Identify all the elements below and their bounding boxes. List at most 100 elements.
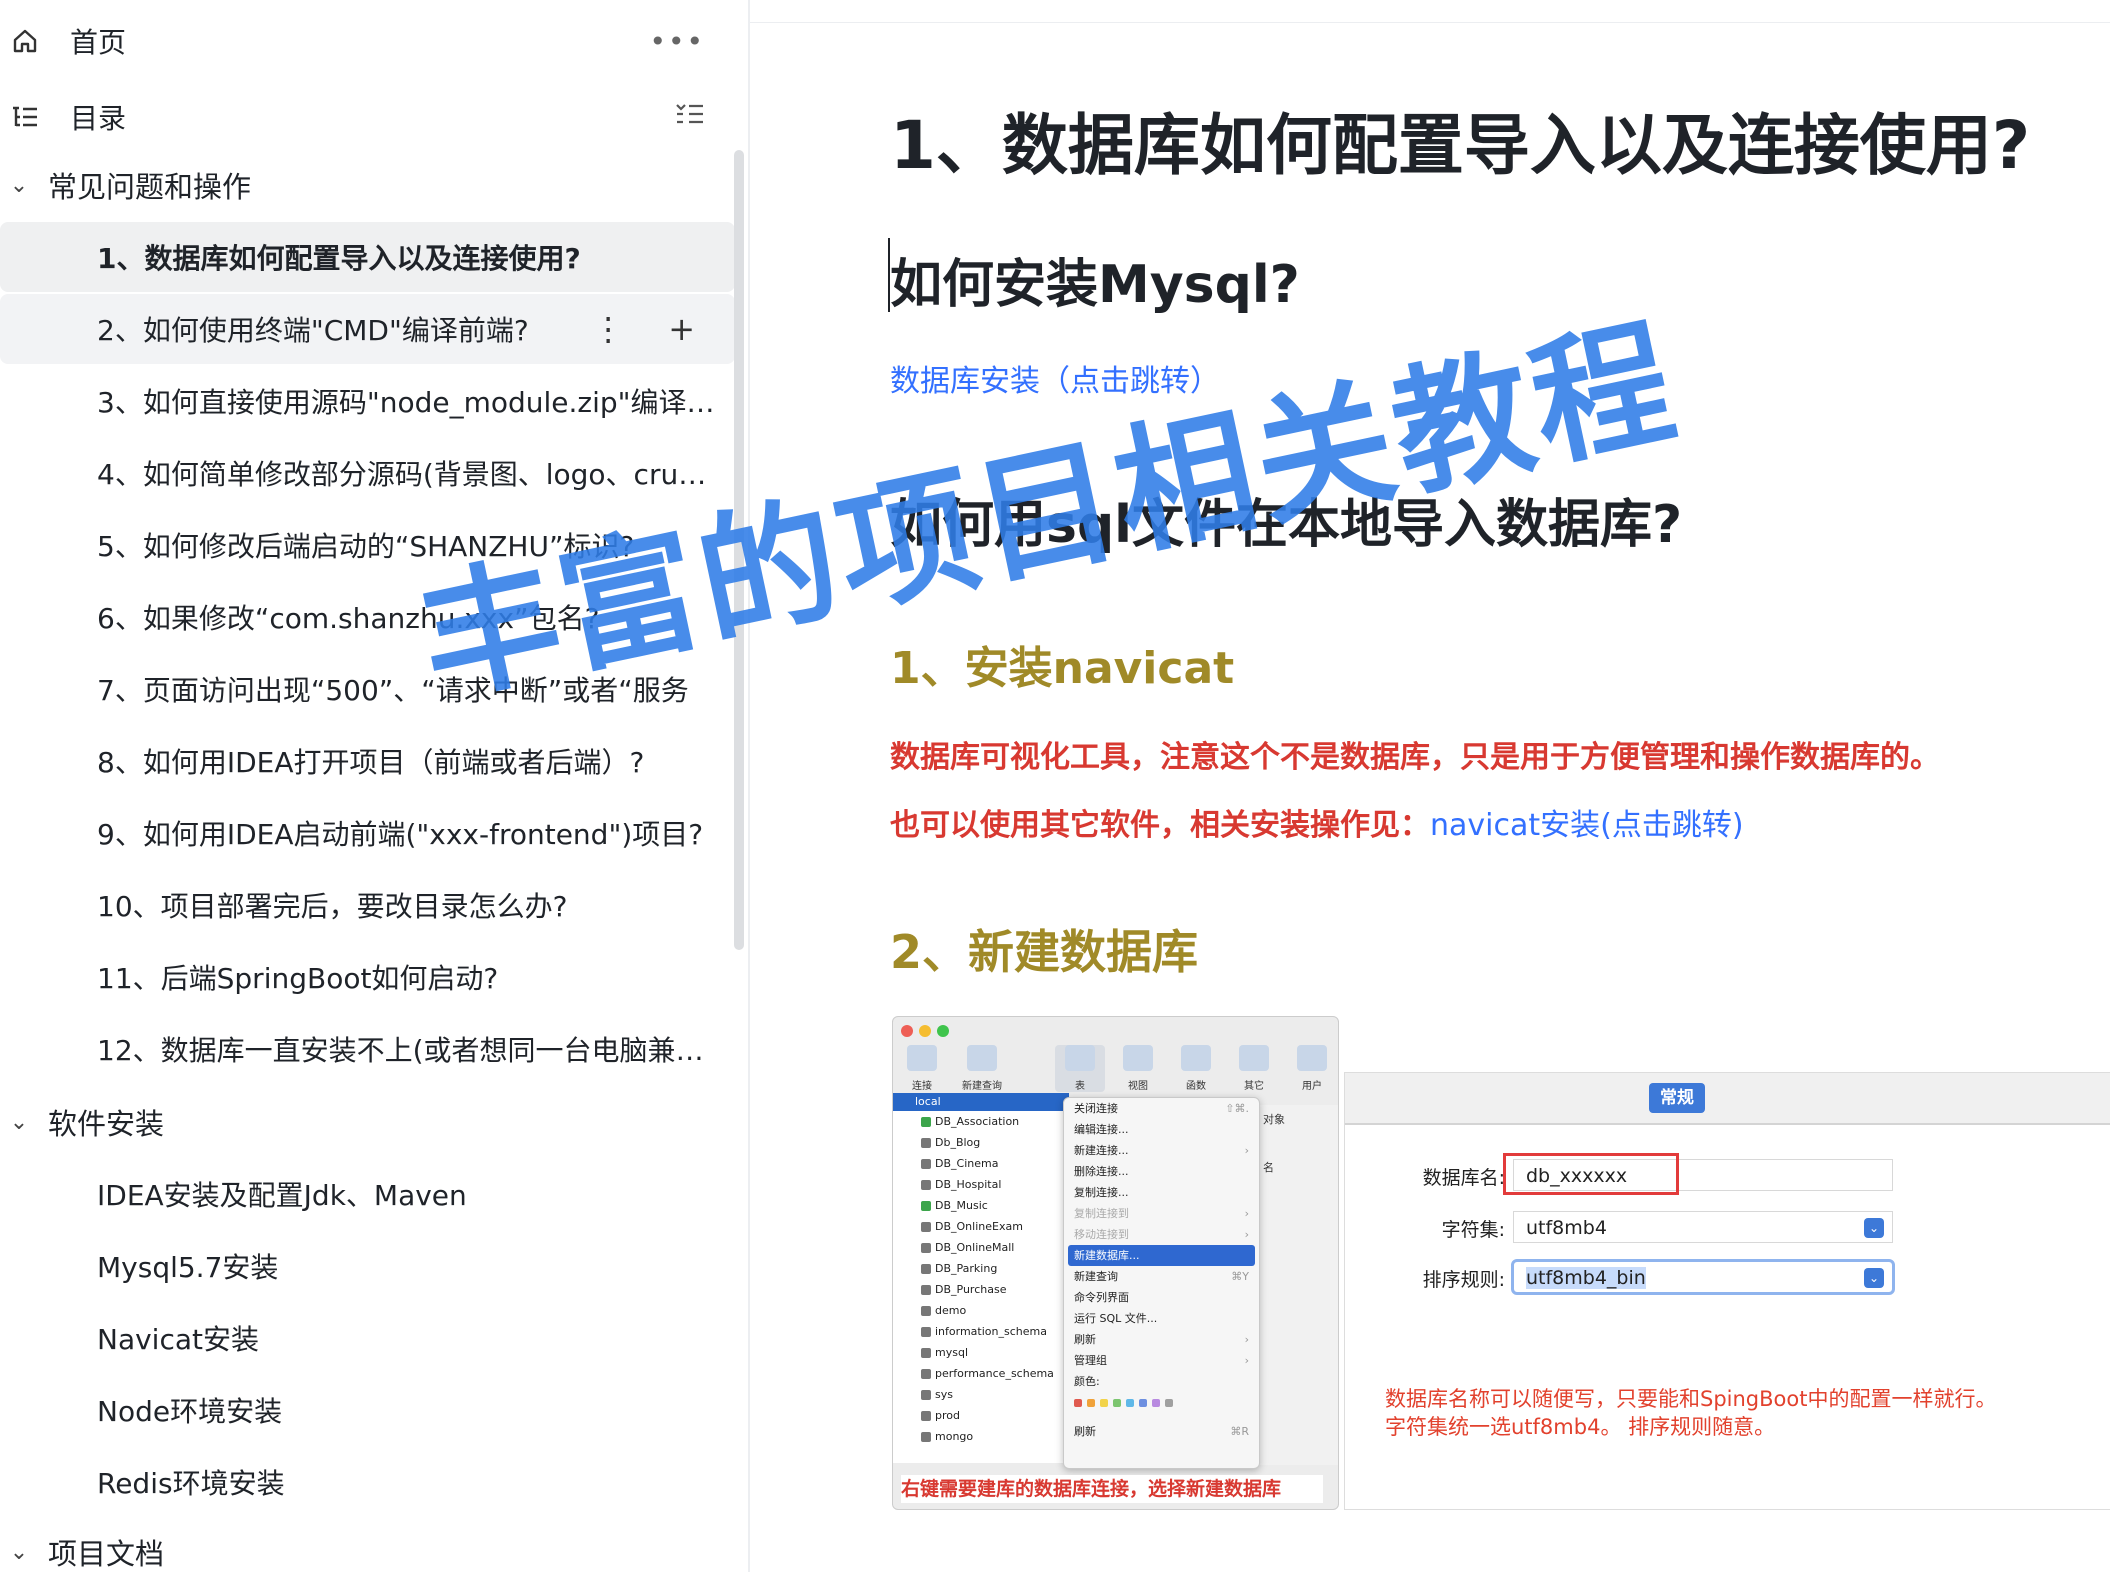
sidebar-home[interactable]: 首页 ••• [0, 6, 735, 76]
faq-item-label: 11、后端SpringBoot如何启动? [97, 962, 499, 995]
toc-label: 目录 [70, 102, 127, 135]
ctx-label: 命令列界面 [1074, 1291, 1129, 1304]
db-install-link[interactable]: 数据库安装（点击跳转） [890, 356, 1220, 400]
note-prefix: 也可以使用其它软件，相关安装操作见： [890, 808, 1430, 843]
color-swatches [1064, 1392, 1259, 1413]
db-node: mongo [893, 1426, 1069, 1447]
charset-select: utf8mb4 ⌄ [1513, 1211, 1893, 1243]
faq-item-4[interactable]: 4、如何简单修改部分源码(背景图、logo、crud页面)? [0, 438, 735, 508]
plug-icon [907, 1045, 937, 1071]
faq-item-3[interactable]: 3、如何直接使用源码"node_module.zip"编译前端? [0, 366, 735, 436]
ctx-label: 新建数据库... [1074, 1249, 1140, 1262]
install-item-redis[interactable]: Redis环境安装 [0, 1447, 735, 1517]
step1-heading: 1、安装navicat [890, 643, 1235, 694]
install-item-idea[interactable]: IDEA安装及配置Jdk、Maven [0, 1159, 735, 1229]
chevron-down-icon[interactable]: ⌄ [4, 1540, 34, 1565]
ctx-label: 颜色: [1074, 1375, 1100, 1388]
dialog-note-1: 数据库名称可以随便写，只要能和SpingBoot中的配置一样就行。 [1385, 1387, 1997, 1411]
note-navicat: 数据库可视化工具，注意这个不是数据库，只是用于方便管理和操作数据库的。 [890, 740, 1940, 775]
sidebar-toc[interactable]: 目录 [0, 82, 735, 152]
db-name-label: 数据库名: [1422, 1167, 1505, 1189]
tools-icon [1239, 1045, 1269, 1071]
user-icon [1297, 1045, 1327, 1071]
db-node: DB_Association [893, 1111, 1069, 1132]
ctx-label: 管理组 [1074, 1354, 1107, 1367]
ctx-label: 运行 SQL 文件... [1074, 1312, 1158, 1325]
db-node: DB_Hospital [893, 1174, 1069, 1195]
ctx-item: 关闭连接 ⇧⌘. [1064, 1098, 1259, 1119]
ctx-label: 编辑连接... [1074, 1123, 1129, 1136]
zoom-dot [937, 1025, 949, 1037]
tb-label: 其它 [1244, 1081, 1264, 1092]
ctx-item: 命令列界面 [1064, 1287, 1259, 1308]
faq-item-9[interactable]: 9、如何用IDEA启动前端("xxx-frontend")项目? [0, 798, 735, 868]
kebab-menu-icon[interactable]: ⋮ [592, 310, 624, 348]
tb-label: 用户 [1302, 1081, 1322, 1092]
color-swatch [1100, 1398, 1108, 1407]
tb-label: 表 [1075, 1081, 1085, 1092]
section-label: 常见问题和操作 [48, 170, 252, 204]
tb-label: 函数 [1186, 1081, 1206, 1092]
install-item-navicat[interactable]: Navicat安装 [0, 1303, 735, 1373]
color-swatch [1152, 1398, 1160, 1407]
ctx-label: 移动连接到 [1074, 1228, 1129, 1241]
highlight-box [1503, 1153, 1679, 1195]
color-swatch [1126, 1398, 1134, 1407]
faq-item-label: 5、如何修改后端启动的“SHANZHU”标识? [97, 530, 635, 563]
faq-item-10[interactable]: 10、项目部署完后，要改目录怎么办? [0, 870, 735, 940]
more-icon[interactable]: ••• [649, 25, 705, 58]
outline-toggle-icon[interactable] [675, 101, 705, 134]
note-alternative: 也可以使用其它软件，相关安装操作见：navicat安装(点击跳转) [890, 800, 1744, 844]
ctx-item: 管理组 › [1064, 1350, 1259, 1371]
add-icon[interactable]: + [668, 310, 695, 348]
faq-item-7[interactable]: 7、页面访问出现“500”、“请求中断”或者“服务 [0, 654, 735, 724]
db-node: information_schema [893, 1321, 1069, 1342]
install-item-mysql[interactable]: Mysql5.7安装 [0, 1231, 735, 1301]
close-dot [901, 1025, 913, 1037]
tb-user: 用户 [1287, 1045, 1337, 1092]
ctx-key: › [1244, 1144, 1249, 1157]
ctx-label: 刷新 [1074, 1333, 1096, 1346]
db-node: DB_OnlineMall [893, 1237, 1069, 1258]
color-swatch [1139, 1398, 1147, 1407]
tb-new-query: 新建查询 [957, 1045, 1007, 1092]
faq-item-2[interactable]: 2、如何使用终端"CMD"编译前端? ⋮ + [0, 294, 735, 364]
ctx-label: 新建查询 [1074, 1270, 1118, 1283]
navicat-install-link[interactable]: navicat安装(点击跳转) [1430, 808, 1744, 843]
color-swatch [1165, 1398, 1173, 1407]
db-node: DB_Parking [893, 1258, 1069, 1279]
section-faq[interactable]: ⌄ 常见问题和操作 [0, 155, 735, 215]
install-item-node[interactable]: Node环境安装 [0, 1375, 735, 1445]
tb-connect: 连接 [897, 1045, 947, 1092]
db-node: sys [893, 1384, 1069, 1405]
section-software[interactable]: ⌄ 软件安装 [0, 1092, 735, 1152]
new-database-dialog: 常规 数据库名: db_xxxxxx 字符集: utf8mb4 ⌄ 排序规则: … [1344, 1072, 2110, 1510]
color-swatch [1087, 1398, 1095, 1407]
faq-item-label: 2、如何使用终端"CMD"编译前端? [97, 314, 529, 347]
faq-item-11[interactable]: 11、后端SpringBoot如何启动? [0, 942, 735, 1012]
db-node: demo [893, 1300, 1069, 1321]
faq-item-5[interactable]: 5、如何修改后端启动的“SHANZHU”标识? [0, 510, 735, 580]
divider [750, 22, 2110, 23]
tb-label: 连接 [912, 1081, 932, 1092]
faq-item-6[interactable]: 6、如果修改“com.shanzhu.xxx”包名? [0, 582, 735, 652]
chevron-down-icon: ⌄ [1864, 1218, 1884, 1238]
ctx-item: 颜色: [1064, 1371, 1259, 1392]
charset-label: 字符集: [1441, 1219, 1505, 1241]
ctx-item: 新建查询 ⌘Y [1064, 1266, 1259, 1287]
section-project-docs[interactable]: ⌄ 项目文档 [0, 1522, 735, 1582]
ctx-item: 编辑连接... [1064, 1119, 1259, 1140]
sidebar-scrollbar[interactable] [734, 150, 744, 950]
ctx-key: › [1244, 1207, 1249, 1220]
ctx-item: 刷新 › [1064, 1329, 1259, 1350]
faq-item-12[interactable]: 12、数据库一直安装不上(或者想同一台电脑兼容多个版本) [0, 1014, 735, 1084]
ctx-label: 刷新 [1074, 1425, 1096, 1438]
color-swatch [1113, 1398, 1121, 1407]
faq-item-8[interactable]: 8、如何用IDEA打开项目（前端或者后端）? [0, 726, 735, 796]
tb-other: 其它 [1229, 1045, 1279, 1092]
faq-item-1[interactable]: 1、数据库如何配置导入以及连接使用? [0, 222, 735, 292]
ctx-item: 复制连接... [1064, 1182, 1259, 1203]
chevron-down-icon[interactable]: ⌄ [4, 173, 34, 198]
install-item-label: IDEA安装及配置Jdk、Maven [97, 1179, 467, 1212]
chevron-down-icon[interactable]: ⌄ [4, 1110, 34, 1135]
